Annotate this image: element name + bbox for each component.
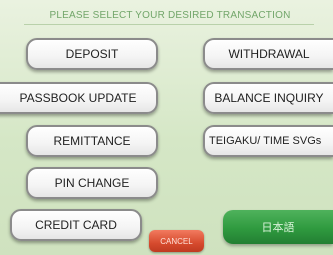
credit-card-button[interactable]: CREDIT CARD — [10, 209, 142, 241]
cancel-button[interactable]: CANCEL — [149, 230, 204, 252]
page-title: PLEASE SELECT YOUR DESIRED TRANSACTION — [49, 10, 291, 21]
teigaku-time-savings-button[interactable]: TEIGAKU/ TIME SVGs — [203, 125, 333, 157]
withdrawal-button-label: WITHDRAWAL — [228, 47, 310, 61]
passbook-update-button-label: PASSBOOK UPDATE — [19, 91, 137, 105]
japanese-language-button[interactable]: 日本語 — [223, 210, 333, 244]
japanese-language-button-label: 日本語 — [261, 221, 295, 234]
withdrawal-button[interactable]: WITHDRAWAL — [203, 38, 333, 70]
passbook-update-button[interactable]: PASSBOOK UPDATE — [0, 82, 158, 114]
balance-inquiry-button-label: BALANCE INQUIRY — [214, 91, 324, 105]
pin-change-button[interactable]: PIN CHANGE — [26, 167, 158, 199]
credit-card-button-label: CREDIT CARD — [35, 218, 117, 232]
deposit-button[interactable]: DEPOSIT — [26, 38, 158, 70]
balance-inquiry-button[interactable]: BALANCE INQUIRY — [203, 82, 333, 114]
cancel-button-label: CANCEL — [160, 236, 193, 246]
remittance-button[interactable]: REMITTANCE — [26, 125, 158, 157]
header-divider — [24, 24, 314, 25]
atm-screen: PLEASE SELECT YOUR DESIRED TRANSACTION D… — [0, 0, 333, 255]
teigaku-time-savings-button-label: TEIGAKU/ TIME SVGs — [209, 135, 322, 147]
remittance-button-label: REMITTANCE — [53, 134, 131, 148]
deposit-button-label: DEPOSIT — [65, 47, 119, 61]
pin-change-button-label: PIN CHANGE — [54, 176, 130, 190]
